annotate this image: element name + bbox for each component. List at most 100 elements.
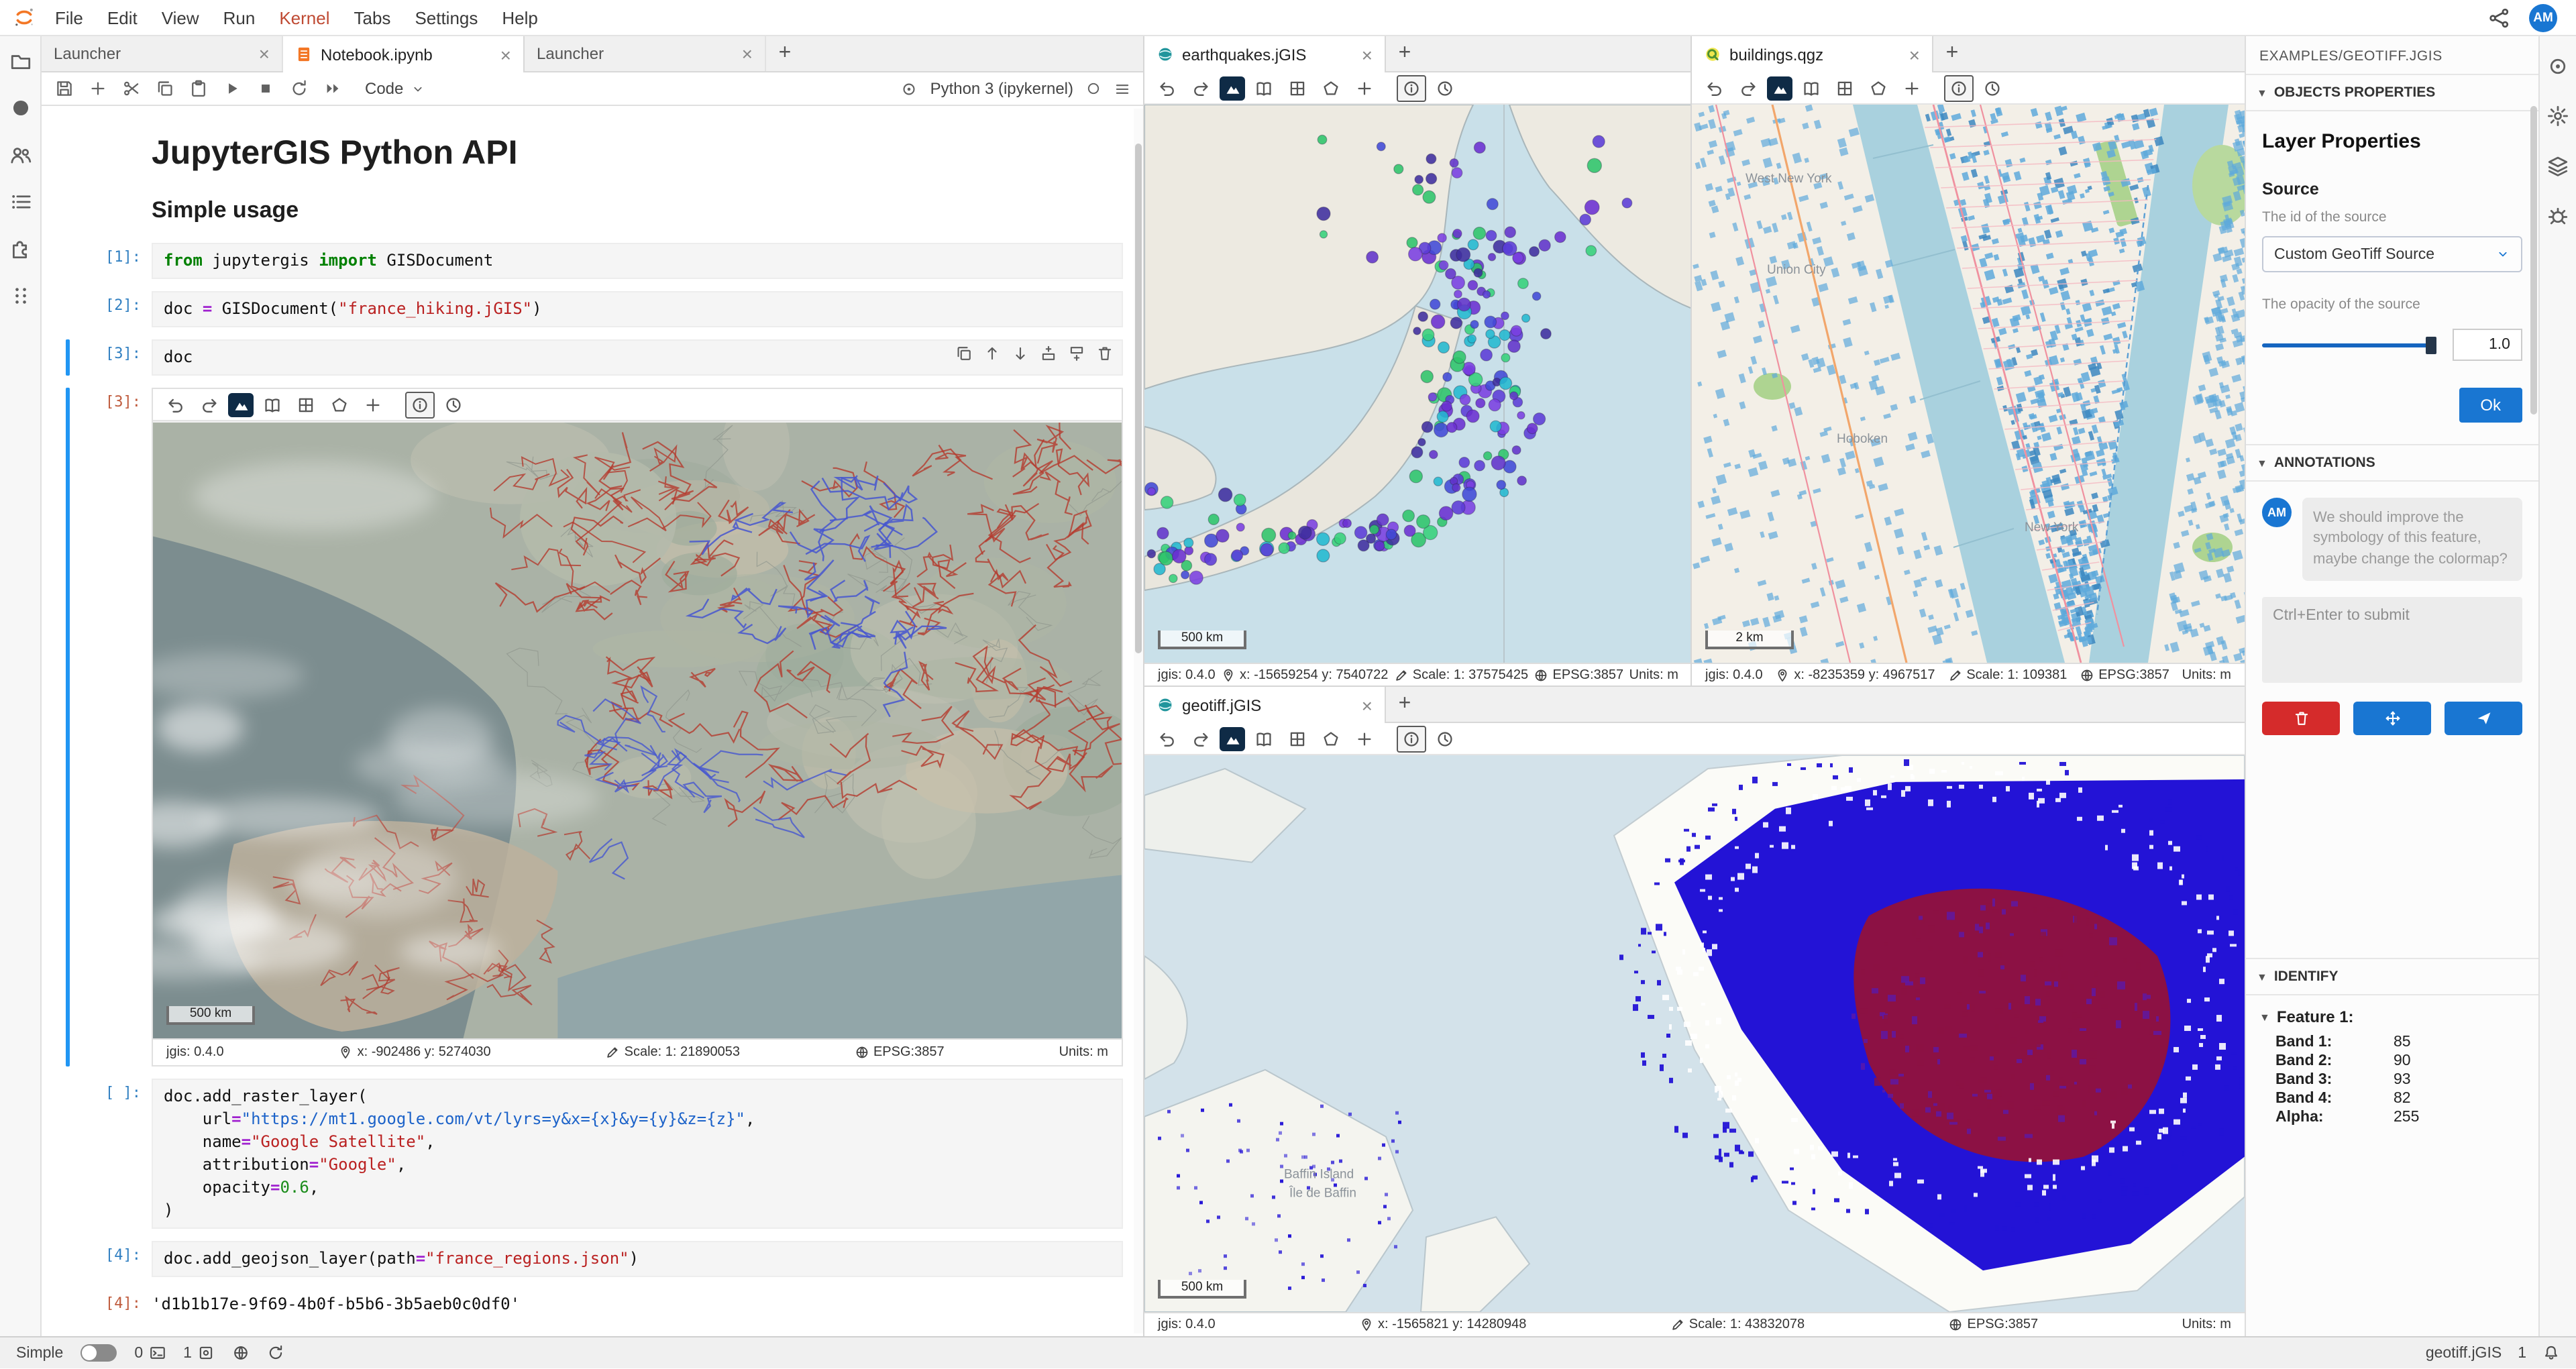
menu-kernel[interactable]: Kernel [267, 7, 341, 28]
temporal-controller-button[interactable] [1430, 74, 1460, 101]
notebook-menu-icon[interactable] [1114, 80, 1131, 97]
menu-run[interactable]: Run [211, 7, 268, 28]
notebook-code-cell[interactable]: [ ]:doc.add_raster_layer( url="https://m… [66, 1079, 1123, 1229]
basemap-button[interactable] [1796, 74, 1826, 101]
cell-editor[interactable]: doc.add_geojson_layer(path="france_regio… [152, 1241, 1123, 1277]
menu-help[interactable]: Help [490, 7, 550, 28]
cell-editor[interactable]: doc = GISDocument("france_hiking.jGIS") [152, 291, 1123, 327]
map-projection[interactable]: EPSG:3857 [2080, 668, 2169, 683]
tab-buildings[interactable]: buildings.qgz × [1692, 36, 1933, 72]
close-tab-icon[interactable]: × [1909, 45, 1920, 64]
tab-launcher-2[interactable]: Launcher × [525, 36, 766, 71]
earthquakes-map[interactable]: 500 km [1144, 105, 1692, 663]
redo-button[interactable] [1186, 74, 1216, 101]
tab-earthquakes[interactable]: earthquakes.jGIS × [1144, 36, 1386, 72]
run-all-icon[interactable] [323, 79, 342, 98]
menu-settings[interactable]: Settings [402, 7, 490, 28]
cell-type-select[interactable]: Code [357, 78, 433, 99]
stop-kernel-icon[interactable] [256, 79, 275, 98]
notebook-map-output[interactable]: [3]: 500 km jgis: 0.4.0 x: -902486 y: 52… [66, 388, 1123, 1066]
new-tab-button[interactable]: + [1386, 36, 1424, 71]
add-layer-button[interactable] [358, 391, 388, 418]
menu-view[interactable]: View [150, 7, 211, 28]
add-layer-button[interactable] [1350, 74, 1379, 101]
close-tab-icon[interactable]: × [500, 45, 511, 64]
notebook-map[interactable]: 500 km [153, 421, 1122, 1038]
map-scale[interactable]: Scale: 1: 43832078 [1670, 1317, 1805, 1332]
notebook-text-output[interactable]: [4]:'d1b1b17e-9f69-4b0f-b5b6-3b5aeb0c0df… [66, 1289, 1123, 1313]
layers-panel-icon[interactable] [2546, 154, 2569, 177]
jgis-logo-button[interactable] [1220, 726, 1245, 751]
jgis-logo-button[interactable] [1767, 76, 1792, 100]
duplicate-cell-button[interactable] [955, 345, 973, 362]
property-inspector-icon[interactable] [2546, 55, 2569, 78]
move-annotation-button[interactable] [2353, 702, 2431, 735]
identify-feature-header[interactable]: ▼ Feature 1: [2246, 995, 2538, 1033]
opacity-value-field[interactable]: 1.0 [2453, 329, 2522, 361]
refresh-icon[interactable] [267, 1344, 284, 1362]
map-projection[interactable]: EPSG:3857 [1949, 1317, 2039, 1332]
new-tab-button[interactable]: + [1933, 36, 1971, 71]
map-scale[interactable]: Scale: 1: 37575425 [1394, 668, 1528, 683]
jgis-logo-button[interactable] [1220, 76, 1245, 100]
identify-tool-button[interactable] [1397, 74, 1426, 101]
widgets-icon[interactable] [9, 284, 32, 307]
polygon-tool-button[interactable] [1316, 725, 1346, 752]
kernel-name-label[interactable]: Python 3 (ipykernel) [930, 79, 1073, 98]
settings-icon[interactable] [2546, 105, 2569, 127]
opacity-slider[interactable] [2262, 343, 2436, 347]
add-layer-button[interactable] [1897, 74, 1927, 101]
close-tab-icon[interactable]: × [259, 44, 270, 63]
grid-view-button[interactable] [1830, 74, 1860, 101]
annotations-section-header[interactable]: ▼ Annotations [2246, 444, 2538, 482]
delete-cell-button[interactable] [1096, 345, 1114, 362]
geotiff-map-canvas[interactable]: Baffin IslandÎle de Baffin [1144, 755, 2245, 1312]
geotiff-map[interactable]: Baffin IslandÎle de Baffin 500 km [1144, 755, 2245, 1312]
new-tab-button[interactable]: + [766, 36, 804, 71]
redo-button[interactable] [1733, 74, 1763, 101]
copy-cell-icon[interactable] [156, 79, 174, 98]
map-scale[interactable]: Scale: 1: 109381 [1947, 668, 2067, 683]
grid-view-button[interactable] [291, 391, 321, 418]
annotation-input[interactable]: Ctrl+Enter to submit [2262, 597, 2522, 683]
debugger-icon[interactable] [2546, 204, 2569, 227]
polygon-tool-button[interactable] [1864, 74, 1893, 101]
close-tab-icon[interactable]: × [1362, 45, 1373, 64]
map-projection[interactable]: EPSG:3857 [1534, 668, 1624, 683]
notebook-code-cell[interactable]: [1]:from jupytergis import GISDocument [66, 243, 1123, 279]
close-tab-icon[interactable]: × [1362, 696, 1373, 714]
insert-cell-above-button[interactable] [1040, 345, 1057, 362]
source-select[interactable]: Custom GeoTiff Source [2262, 236, 2522, 272]
avatar[interactable]: AM [2529, 3, 2557, 32]
notebook-body[interactable]: JupyterGIS Python API Simple usage [1]:f… [42, 107, 1144, 1336]
extension-manager-icon[interactable] [9, 237, 32, 260]
move-cell-up-button[interactable] [983, 345, 1001, 362]
bell-icon[interactable] [2542, 1344, 2560, 1362]
simple-mode-toggle[interactable] [80, 1344, 117, 1362]
globe-icon[interactable] [232, 1344, 250, 1362]
redo-button[interactable] [195, 391, 224, 418]
menu-tabs[interactable]: Tabs [342, 7, 403, 28]
identify-tool-button[interactable] [405, 391, 435, 418]
paste-cell-icon[interactable] [189, 79, 208, 98]
cell-editor[interactable]: from jupytergis import GISDocument [152, 243, 1123, 279]
running-sessions-icon[interactable] [9, 97, 32, 119]
temporal-controller-button[interactable] [1430, 725, 1460, 752]
basemap-button[interactable] [1249, 74, 1279, 101]
grid-view-button[interactable] [1283, 74, 1312, 101]
save-icon[interactable] [55, 79, 74, 98]
close-tab-icon[interactable]: × [742, 44, 753, 63]
new-tab-button[interactable]: + [1386, 687, 1424, 722]
notebook-scrollbar[interactable] [1134, 109, 1143, 1333]
undo-button[interactable] [1152, 74, 1182, 101]
notebook-code-cell[interactable]: [3]:doc [66, 339, 1123, 376]
insert-cell-icon[interactable] [89, 79, 107, 98]
identify-tool-button[interactable] [1397, 725, 1426, 752]
opacity-slider-handle[interactable] [2426, 336, 2436, 353]
tab-launcher-1[interactable]: Launcher × [42, 36, 283, 71]
basemap-button[interactable] [258, 391, 287, 418]
ok-button[interactable]: Ok [2459, 388, 2522, 423]
polygon-tool-button[interactable] [1316, 74, 1346, 101]
notebook-map-canvas[interactable] [153, 423, 1122, 1038]
notebook-code-cell[interactable]: [2]:doc = GISDocument("france_hiking.jGI… [66, 291, 1123, 327]
